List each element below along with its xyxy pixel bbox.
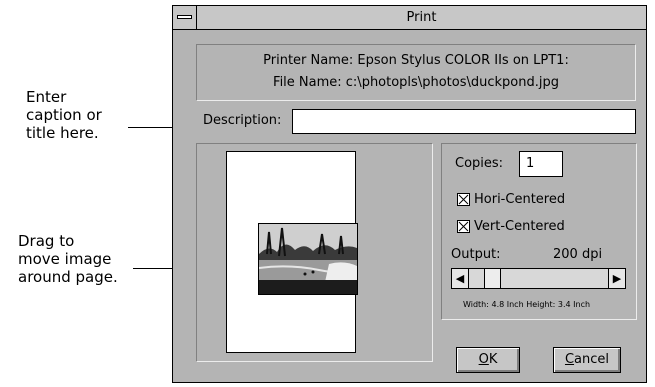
title-bar[interactable]: Print — [173, 6, 646, 30]
print-dialog: Print Printer Name: Epson Stylus COLOR I… — [172, 5, 647, 383]
drag-annotation: Drag to move image around page. — [18, 232, 118, 286]
ok-button[interactable]: OK — [456, 347, 520, 373]
caption-annotation: Enter caption or title here. — [26, 88, 102, 142]
right-arrow-icon[interactable]: ▶ — [608, 269, 625, 288]
x-mark-icon — [458, 221, 469, 232]
image-preview[interactable] — [258, 223, 358, 295]
drag-annotation-line2: move image — [18, 250, 112, 268]
caption-annotation-line1: Enter — [26, 88, 67, 106]
description-input[interactable] — [292, 109, 636, 134]
printer-info-group: Printer Name: Epson Stylus COLOR IIs on … — [196, 44, 636, 101]
caption-annotation-line3: title here. — [26, 124, 99, 142]
hori-centered-label[interactable]: Hori-Centered — [474, 192, 565, 207]
slider-thumb[interactable] — [484, 269, 501, 288]
duckpond-photo — [259, 224, 357, 294]
ok-label-rest: K — [488, 352, 498, 367]
vert-centered-label[interactable]: Vert-Centered — [474, 219, 565, 234]
copies-label: Copies: — [455, 156, 504, 171]
description-label: Description: — [203, 113, 282, 128]
dialog-title: Print — [406, 10, 437, 25]
output-slider[interactable]: ◀ ▶ — [451, 268, 626, 289]
drag-annotation-line3: around page. — [18, 268, 118, 286]
copies-input[interactable]: 1 — [519, 151, 563, 177]
output-label: Output: — [451, 247, 501, 262]
vert-centered-checkbox[interactable] — [457, 220, 470, 233]
x-mark-icon — [458, 194, 469, 205]
image-size-text: Width: 4.8 Inch Height: 3.4 Inch — [463, 300, 591, 309]
system-menu-icon[interactable] — [173, 6, 197, 29]
cancel-mnemonic: C — [564, 352, 575, 367]
cancel-label-rest: ancel — [574, 352, 610, 367]
ok-mnemonic: O — [478, 352, 489, 367]
file-name: File Name: c:\photopls\photos\duckpond.j… — [273, 75, 559, 90]
left-arrow-icon[interactable]: ◀ — [452, 269, 469, 288]
caption-annotation-line2: caption or — [26, 106, 102, 124]
printer-name: Printer Name: Epson Stylus COLOR IIs on … — [263, 53, 569, 68]
hori-centered-checkbox[interactable] — [457, 193, 470, 206]
drag-annotation-line1: Drag to — [18, 232, 75, 250]
output-value: 200 dpi — [553, 247, 603, 262]
cancel-button[interactable]: Cancel — [553, 347, 621, 373]
